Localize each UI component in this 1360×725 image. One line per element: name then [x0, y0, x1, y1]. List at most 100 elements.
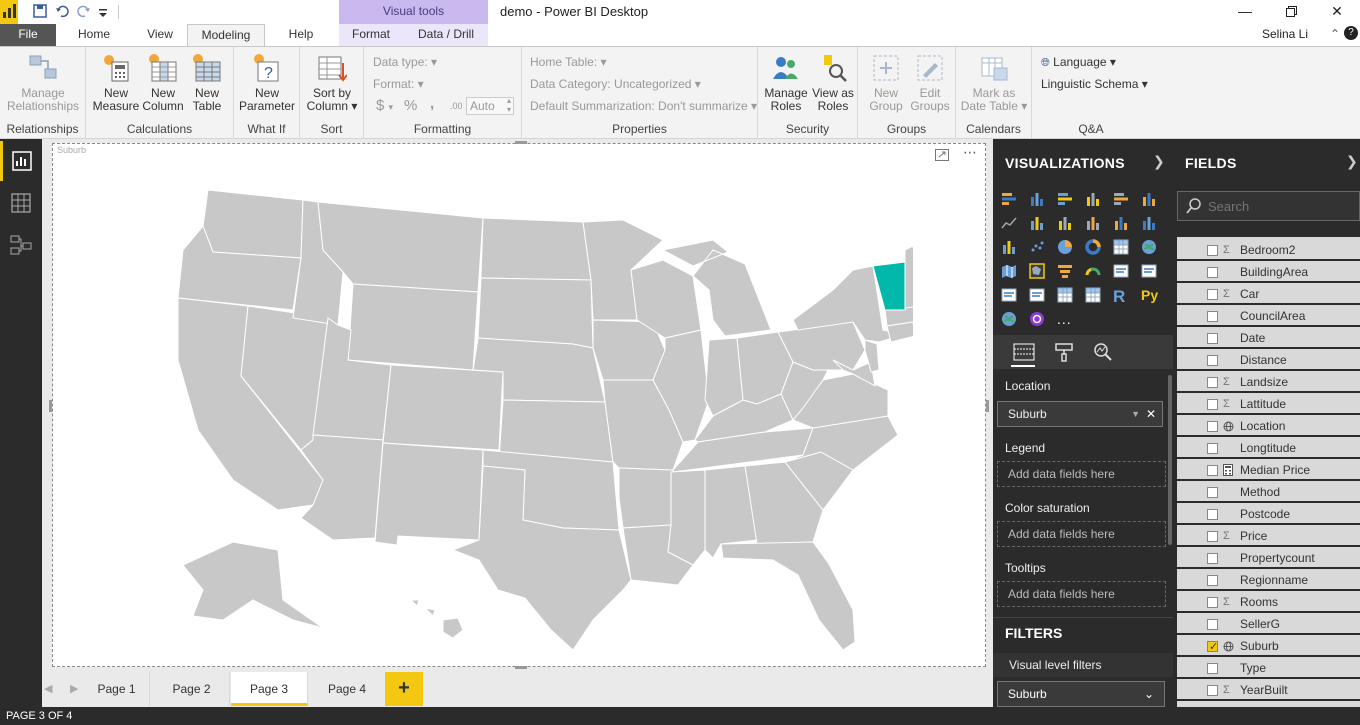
new-column-button[interactable]: New Column	[140, 53, 186, 113]
scroll-right-icon[interactable]: ▶	[70, 682, 78, 695]
mark-as-date-table-button[interactable]: Mark as Date Table ▾	[958, 53, 1030, 113]
field-checkbox[interactable]	[1207, 619, 1218, 630]
add-page-button[interactable]: +	[385, 672, 423, 706]
remove-field-icon[interactable]: ✕	[1146, 402, 1156, 426]
field-checkbox[interactable]	[1207, 663, 1218, 674]
donut-chart-icon[interactable]	[1085, 239, 1103, 257]
linguistic-schema-dropdown[interactable]: Linguistic Schema ▾	[1041, 77, 1148, 91]
field-row-yearbuilt[interactable]: Σ YearBuilt	[1177, 681, 1360, 701]
resize-handle-bottom[interactable]	[515, 666, 527, 669]
kpi-icon[interactable]	[1001, 287, 1019, 305]
tab-home[interactable]: Home	[66, 24, 122, 46]
100-stacked-bar-icon[interactable]	[1113, 191, 1131, 209]
field-row-propertycount[interactable]: Propertycount	[1177, 549, 1360, 569]
scroll-left-icon[interactable]: ◀	[44, 682, 52, 695]
r-visual-icon[interactable]: R	[1113, 287, 1131, 306]
percent-button[interactable]: %	[404, 97, 417, 114]
field-row-location[interactable]: Location	[1177, 417, 1360, 437]
new-measure-button[interactable]: New Measure	[92, 53, 140, 113]
data-type-dropdown[interactable]: Data type: ▾	[373, 55, 437, 69]
field-checkbox[interactable]	[1207, 377, 1218, 388]
data-category-dropdown[interactable]: Data Category: Uncategorized ▾	[530, 77, 701, 91]
collapse-ribbon-icon[interactable]: ⌃	[1330, 27, 1340, 41]
format-dropdown[interactable]: Format: ▾	[373, 77, 424, 91]
user-name[interactable]: Selina Li	[1262, 27, 1308, 41]
comma-button[interactable]: ,	[430, 95, 434, 112]
gauge-icon[interactable]	[1085, 263, 1103, 281]
table-icon[interactable]	[1057, 287, 1075, 305]
tab-modeling[interactable]: Modeling	[187, 24, 265, 47]
tab-data-drill[interactable]: Data / Drill	[408, 24, 484, 46]
viz-pane-scrollbar[interactable]	[1168, 375, 1172, 545]
field-checkbox[interactable]	[1207, 421, 1218, 432]
analytics-icon[interactable]	[1093, 342, 1113, 365]
more-icon[interactable]: ...	[1057, 311, 1075, 329]
funnel-icon[interactable]	[1057, 263, 1075, 281]
resize-handle-top[interactable]	[515, 141, 527, 144]
field-row-landsize[interactable]: Σ Landsize	[1177, 373, 1360, 393]
field-row-sellerg[interactable]: SellerG	[1177, 615, 1360, 635]
python-visual-icon[interactable]: Py	[1141, 287, 1159, 305]
field-search-input[interactable]	[1208, 196, 1356, 216]
field-search-box[interactable]	[1177, 191, 1360, 221]
field-checkbox[interactable]	[1207, 245, 1218, 256]
field-row-date[interactable]: Date	[1177, 329, 1360, 349]
custom-visual-icon[interactable]	[1029, 311, 1047, 329]
field-checkbox[interactable]	[1207, 685, 1218, 696]
field-row-method[interactable]: Method	[1177, 483, 1360, 503]
matrix-icon[interactable]	[1085, 287, 1103, 305]
field-checkbox[interactable]	[1207, 267, 1218, 278]
line-and-column-icon[interactable]	[1085, 215, 1103, 233]
clustered-column-icon[interactable]	[1085, 191, 1103, 209]
currency-button[interactable]: $ ▾	[376, 97, 393, 114]
model-view-button[interactable]	[0, 225, 42, 265]
ribbon-chart-icon[interactable]	[1141, 215, 1159, 233]
field-row-regionname[interactable]: Regionname	[1177, 571, 1360, 591]
map-icon[interactable]	[1141, 239, 1159, 257]
redo-icon[interactable]	[77, 4, 91, 21]
tab-view[interactable]: View	[132, 24, 188, 46]
decimal-places-stepper[interactable]: Auto ▴ ▾	[466, 96, 514, 115]
data-view-button[interactable]	[0, 183, 42, 223]
stacked-column-icon[interactable]	[1029, 191, 1047, 209]
more-options-icon[interactable]: ⋯	[963, 144, 977, 161]
filled-map-icon[interactable]	[1001, 263, 1019, 281]
location-well[interactable]: Suburb ▼ ✕	[997, 401, 1163, 427]
close-button[interactable]: ✕	[1314, 0, 1360, 24]
field-checkbox[interactable]	[1207, 399, 1218, 410]
field-checkbox[interactable]	[1207, 638, 1218, 657]
resize-handle-right[interactable]	[986, 400, 989, 412]
field-checkbox[interactable]	[1207, 465, 1218, 476]
home-table-dropdown[interactable]: Home Table: ▾	[530, 55, 607, 69]
default-summarization-dropdown[interactable]: Default Summarization: Don't summarize ▾	[530, 99, 757, 113]
card-icon[interactable]	[1113, 263, 1131, 281]
maximize-button[interactable]	[1268, 0, 1314, 24]
tooltips-well[interactable]: Add data fields here	[997, 581, 1166, 607]
tab-format[interactable]: Format	[343, 24, 399, 46]
field-checkbox[interactable]	[1207, 311, 1218, 322]
field-checkbox[interactable]	[1207, 487, 1218, 498]
field-row-type[interactable]: Type	[1177, 659, 1360, 679]
field-checkbox[interactable]	[1207, 443, 1218, 454]
page-tab-3[interactable]: Page 3	[231, 672, 308, 706]
customize-quick-access-icon[interactable]	[99, 6, 107, 21]
line-chart-icon[interactable]	[1001, 215, 1019, 233]
field-checkbox[interactable]	[1207, 553, 1218, 564]
save-icon[interactable]	[33, 4, 47, 21]
filter-expand-chevron-icon[interactable]: ⌄	[1144, 682, 1154, 706]
area-chart-icon[interactable]	[1029, 215, 1047, 233]
waterfall-icon[interactable]	[1001, 239, 1019, 257]
field-checkbox[interactable]	[1207, 333, 1218, 344]
collapse-fields-icon[interactable]: ❯	[1346, 153, 1358, 170]
manage-relationships-button[interactable]: Manage Relationships	[4, 53, 82, 113]
stacked-area-icon[interactable]	[1057, 215, 1075, 233]
field-row-rooms[interactable]: Σ Rooms	[1177, 593, 1360, 613]
collapse-visualizations-icon[interactable]: ❯	[1153, 153, 1165, 170]
new-table-button[interactable]: New Table	[186, 53, 228, 113]
field-row-bedroom2[interactable]: Σ Bedroom2	[1177, 241, 1360, 261]
report-view-button[interactable]	[0, 141, 42, 181]
pie-chart-icon[interactable]	[1057, 239, 1075, 257]
field-row-distance[interactable]: Distance	[1177, 351, 1360, 371]
stacked-bar-icon[interactable]	[1001, 191, 1019, 209]
tab-help[interactable]: Help	[273, 24, 329, 46]
